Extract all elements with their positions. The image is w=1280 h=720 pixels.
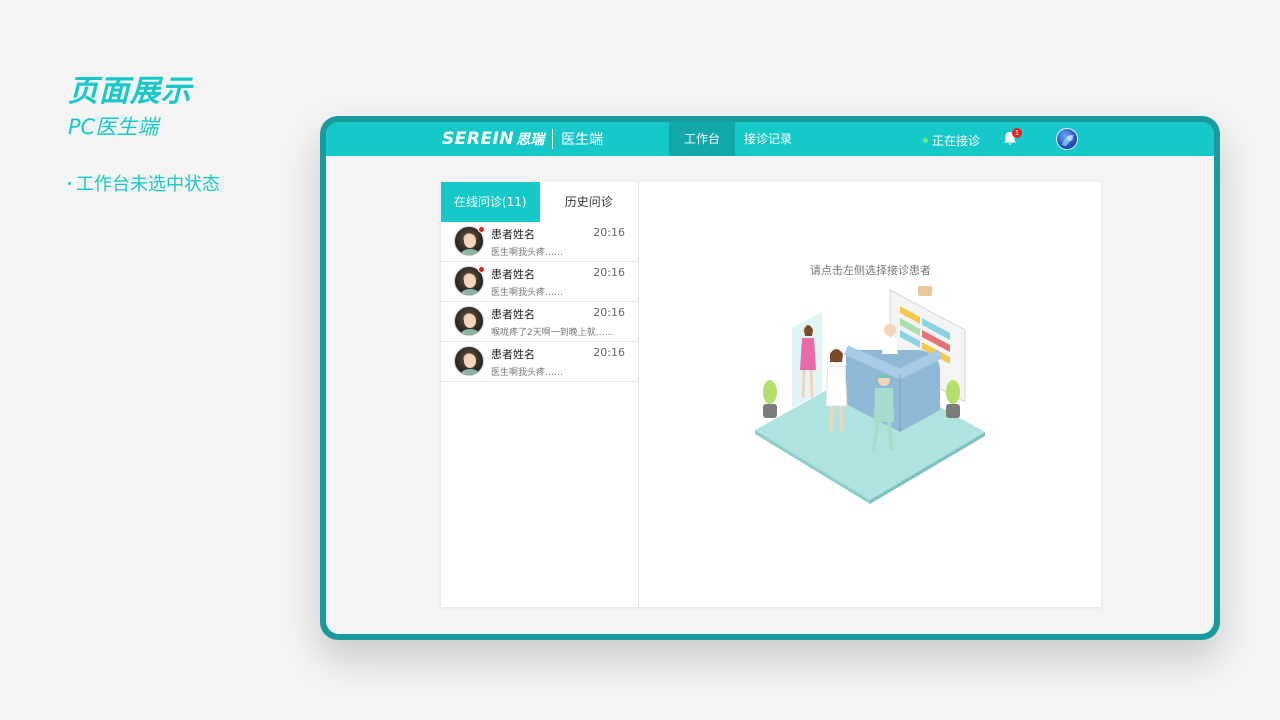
patient-name: 患者姓名	[491, 348, 535, 361]
consult-detail-area: 请点击左侧选择接诊患者	[640, 182, 1101, 607]
notification-button[interactable]: 1	[1001, 128, 1022, 148]
logo-brand: SEREIN	[442, 129, 515, 149]
device-frame: SEREIN 思瑞 医生端 工作台 接诊记录 正在接诊 1 在线问诊(11) 历…	[320, 116, 1220, 640]
caption-note-text: 工作台未选中状态	[76, 174, 220, 195]
consult-status[interactable]: 正在接诊	[923, 132, 980, 149]
bullet-dot	[68, 181, 71, 185]
nav-tab-workbench[interactable]: 工作台	[669, 122, 735, 156]
app-logo[interactable]: SEREIN 思瑞 医生端	[442, 129, 603, 149]
clinic-illustration	[755, 286, 985, 504]
nav-tab-label: 接诊记录	[743, 132, 792, 146]
patient-name: 患者姓名	[491, 308, 535, 321]
user-avatar[interactable]	[1056, 128, 1078, 150]
nav-tab-records[interactable]: 接诊记录	[735, 122, 801, 156]
message-preview: 喉咙疼了2天啊一到晚上就……	[491, 328, 614, 338]
unread-dot-icon	[478, 266, 485, 273]
message-preview: 医生啊我头疼……	[491, 368, 564, 378]
message-time: 20:16	[593, 346, 625, 359]
patient-list-column: 在线问诊(11) 历史问诊 患者姓名 20:16 医生啊我头疼…… 患者姓名 2…	[441, 182, 639, 607]
logo-brand-cn: 思瑞	[516, 132, 545, 148]
patient-avatar	[454, 306, 484, 336]
page-caption: 页面展示 PC医生端 工作台未选中状态	[68, 74, 220, 196]
list-tabs: 在线问诊(11) 历史问诊	[441, 182, 638, 222]
consultation-panel: 在线问诊(11) 历史问诊 患者姓名 20:16 医生啊我头疼…… 患者姓名 2…	[441, 182, 1101, 607]
notification-badge: 1	[1012, 128, 1022, 138]
app-screen: SEREIN 思瑞 医生端 工作台 接诊记录 正在接诊 1 在线问诊(11) 历…	[326, 122, 1214, 634]
message-preview: 医生啊我头疼……	[491, 248, 564, 258]
caption-note: 工作台未选中状态	[68, 170, 220, 196]
message-preview: 医生啊我头疼……	[491, 288, 564, 298]
empty-state-text: 请点击左侧选择接诊患者	[810, 264, 931, 277]
patient-list-item[interactable]: 患者姓名 20:16 医生啊我头疼……	[441, 342, 638, 382]
status-text: 正在接诊	[932, 134, 981, 148]
patient-list-item[interactable]: 患者姓名 20:16 医生啊我头疼……	[441, 222, 638, 262]
top-navbar: SEREIN 思瑞 医生端 工作台 接诊记录 正在接诊 1	[326, 122, 1214, 156]
message-time: 20:16	[593, 266, 625, 279]
patient-name: 患者姓名	[491, 228, 535, 241]
tab-online-consult[interactable]: 在线问诊(11)	[441, 182, 540, 222]
avatar-image	[1062, 134, 1074, 146]
unread-dot-icon	[478, 226, 485, 233]
client-label: 医生端	[561, 132, 604, 148]
message-time: 20:16	[593, 226, 625, 239]
patient-avatar	[454, 346, 484, 376]
patient-name: 患者姓名	[491, 268, 535, 281]
nav-tab-label: 工作台	[683, 132, 720, 146]
tab-history-consult[interactable]: 历史问诊	[540, 182, 639, 222]
logo-divider	[552, 129, 554, 149]
message-time: 20:16	[593, 306, 625, 319]
patient-list-item[interactable]: 患者姓名 20:16 喉咙疼了2天啊一到晚上就……	[441, 302, 638, 342]
caption-title: 页面展示	[68, 74, 192, 109]
online-indicator-icon	[923, 138, 928, 143]
patient-list-item[interactable]: 患者姓名 20:16 医生啊我头疼……	[441, 262, 638, 302]
caption-subtitle: PC医生端	[68, 115, 159, 139]
